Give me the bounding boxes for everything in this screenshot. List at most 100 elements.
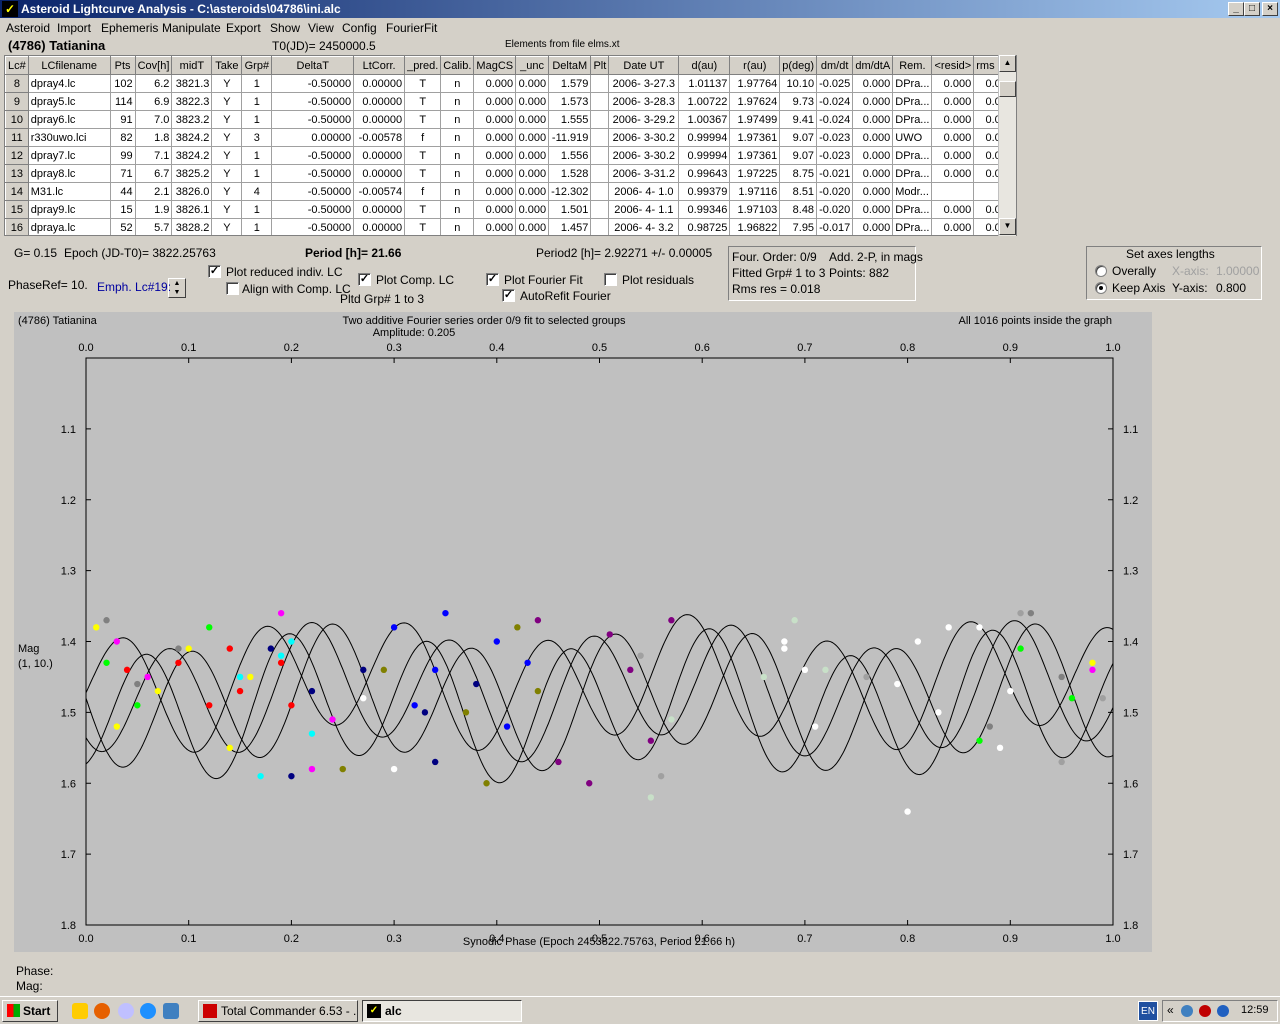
table-cell[interactable]: 0.000 [515, 110, 550, 129]
column-header[interactable]: Date UT [608, 56, 680, 75]
table-cell[interactable]: 0.000 [852, 92, 894, 111]
table-cell[interactable]: n [440, 164, 475, 183]
column-header[interactable]: midT [171, 56, 213, 75]
table-cell[interactable]: 0.00000 [353, 218, 406, 235]
table-cell[interactable]: M31.lc [28, 182, 111, 201]
start-button[interactable]: Start [2, 1000, 58, 1022]
table-cell[interactable]: -0.50000 [271, 92, 355, 111]
table-cell[interactable]: 0.000 [473, 74, 517, 93]
column-header[interactable]: <resid> [931, 56, 975, 75]
table-cell[interactable]: 8.48 [779, 200, 818, 219]
table-cell[interactable]: 2006- 3-31.2 [608, 164, 680, 183]
table-cell[interactable]: 0.000 [931, 110, 975, 129]
total-commander-quicklaunch-icon[interactable] [72, 1003, 88, 1019]
table-row[interactable]: 16 dpraya.lc 52 5.7 3828.2 Y 1 -0.50000 0.00000 T… [5, 218, 1016, 235]
table-cell[interactable]: -0.024 [816, 110, 854, 129]
table-cell[interactable]: 0.000 [473, 218, 517, 235]
table-cell[interactable]: 0.000 [852, 74, 894, 93]
table-cell[interactable]: 1 [241, 200, 273, 219]
table-cell[interactable]: 0.000 [515, 182, 550, 201]
internet-explorer-icon[interactable] [140, 1003, 156, 1019]
table-cell[interactable]: -11.919 [548, 128, 592, 147]
period-value[interactable]: Period [h]= 21.66 [305, 246, 401, 260]
language-indicator[interactable]: EN [1138, 1001, 1158, 1021]
table-cell[interactable]: dpray4.lc [28, 74, 111, 93]
table-cell[interactable]: DPra... [892, 200, 933, 219]
table-row[interactable]: 14 M31.lc 44 2.1 3826.0 Y 4 -0.50000 -0.00574 f n 0… [5, 182, 1016, 201]
table-cell[interactable]: 1.97361 [729, 146, 781, 165]
minimize-button[interactable]: _ [1228, 2, 1244, 16]
table-cell[interactable]: 0.000 [515, 164, 550, 183]
table-cell[interactable]: 3821.3 [171, 74, 213, 93]
menu-asteroid[interactable]: Asteroid [6, 21, 50, 35]
table-cell[interactable]: 0.000 [515, 92, 550, 111]
table-cell[interactable]: Y [211, 128, 243, 147]
table-cell[interactable]: 1 [241, 218, 273, 235]
table-cell[interactable]: 1.457 [548, 218, 592, 235]
table-cell[interactable]: 10.10 [779, 74, 818, 93]
scroll-up-icon[interactable]: ▲ [999, 55, 1016, 72]
table-cell[interactable]: Modr... [892, 182, 933, 201]
table-cell[interactable]: n [440, 200, 475, 219]
maximize-button[interactable]: □ [1244, 2, 1260, 16]
table-cell[interactable]: 3823.2 [171, 110, 213, 129]
table-cell[interactable]: 0.99994 [678, 128, 731, 147]
table-cell[interactable]: 1.528 [548, 164, 592, 183]
table-cell[interactable]: Y [211, 164, 243, 183]
table-cell[interactable]: 0.000 [931, 218, 975, 235]
table-cell[interactable]: 0.99379 [678, 182, 731, 201]
table-cell[interactable]: 1.00367 [678, 110, 731, 129]
table-cell[interactable]: 0.000 [515, 146, 550, 165]
table-cell[interactable]: 9.07 [779, 146, 818, 165]
table-cell[interactable]: 0.00000 [353, 110, 406, 129]
mail-icon[interactable] [118, 1003, 134, 1019]
table-cell[interactable]: n [440, 92, 475, 111]
table-cell[interactable]: dpray6.lc [28, 110, 111, 129]
table-cell[interactable]: 1.97116 [729, 182, 781, 201]
column-header[interactable]: dm/dtA [852, 56, 894, 75]
xaxis-value[interactable]: 1.00000 [1216, 264, 1259, 278]
tray-app-icon[interactable] [1217, 1005, 1229, 1017]
column-header[interactable]: r(au) [729, 56, 781, 75]
table-cell[interactable]: -0.023 [816, 146, 854, 165]
table-cell[interactable] [590, 128, 610, 147]
table-cell[interactable]: -0.020 [816, 182, 854, 201]
table-cell[interactable]: 9.73 [779, 92, 818, 111]
table-cell[interactable]: n [440, 110, 475, 129]
table-cell[interactable]: Y [211, 182, 243, 201]
table-cell[interactable]: 114 [110, 92, 136, 111]
table-cell[interactable]: -0.00574 [353, 182, 406, 201]
table-cell[interactable]: 2006- 4- 1.1 [608, 200, 680, 219]
column-header[interactable]: LCfilename [27, 56, 111, 75]
table-cell[interactable]: 0.000 [852, 110, 894, 129]
table-cell[interactable]: 1 [241, 164, 273, 183]
table-cell[interactable]: T [404, 110, 442, 129]
align-comp-checkbox[interactable] [226, 282, 239, 295]
table-cell[interactable]: 2006- 3-27.3 [608, 74, 680, 93]
table-cell[interactable]: 15 [110, 200, 136, 219]
table-cell[interactable] [590, 200, 610, 219]
column-header[interactable]: d(au) [678, 56, 731, 75]
table-cell[interactable]: 102 [110, 74, 136, 93]
table-cell[interactable]: 0.00000 [353, 164, 406, 183]
table-cell[interactable]: -0.017 [816, 218, 854, 235]
table-cell[interactable]: -0.50000 [271, 164, 355, 183]
table-cell[interactable]: 3824.2 [171, 146, 213, 165]
table-cell[interactable] [590, 182, 610, 201]
clock[interactable]: 12:59 [1241, 1004, 1269, 1016]
table-cell[interactable]: f [404, 182, 442, 201]
table-cell[interactable]: 1.555 [548, 110, 592, 129]
table-cell[interactable]: 5.7 [135, 218, 173, 235]
column-header[interactable]: Take [211, 56, 243, 75]
scroll-thumb[interactable] [999, 81, 1016, 97]
table-cell[interactable]: Y [211, 92, 243, 111]
table-cell[interactable]: 1.501 [548, 200, 592, 219]
table-cell[interactable]: 0.00000 [271, 128, 355, 147]
table-cell[interactable]: 3824.2 [171, 128, 213, 147]
table-cell[interactable]: 9 [5, 92, 29, 111]
table-cell[interactable]: 1.573 [548, 92, 592, 111]
table-cell[interactable]: 11 [5, 128, 29, 147]
menu-show[interactable]: Show [270, 21, 300, 35]
table-row[interactable]: 12 dpray7.lc 99 7.1 3824.2 Y 1 -0.50000 0.00000 T… [5, 146, 1016, 165]
table-cell[interactable]: T [404, 218, 442, 235]
